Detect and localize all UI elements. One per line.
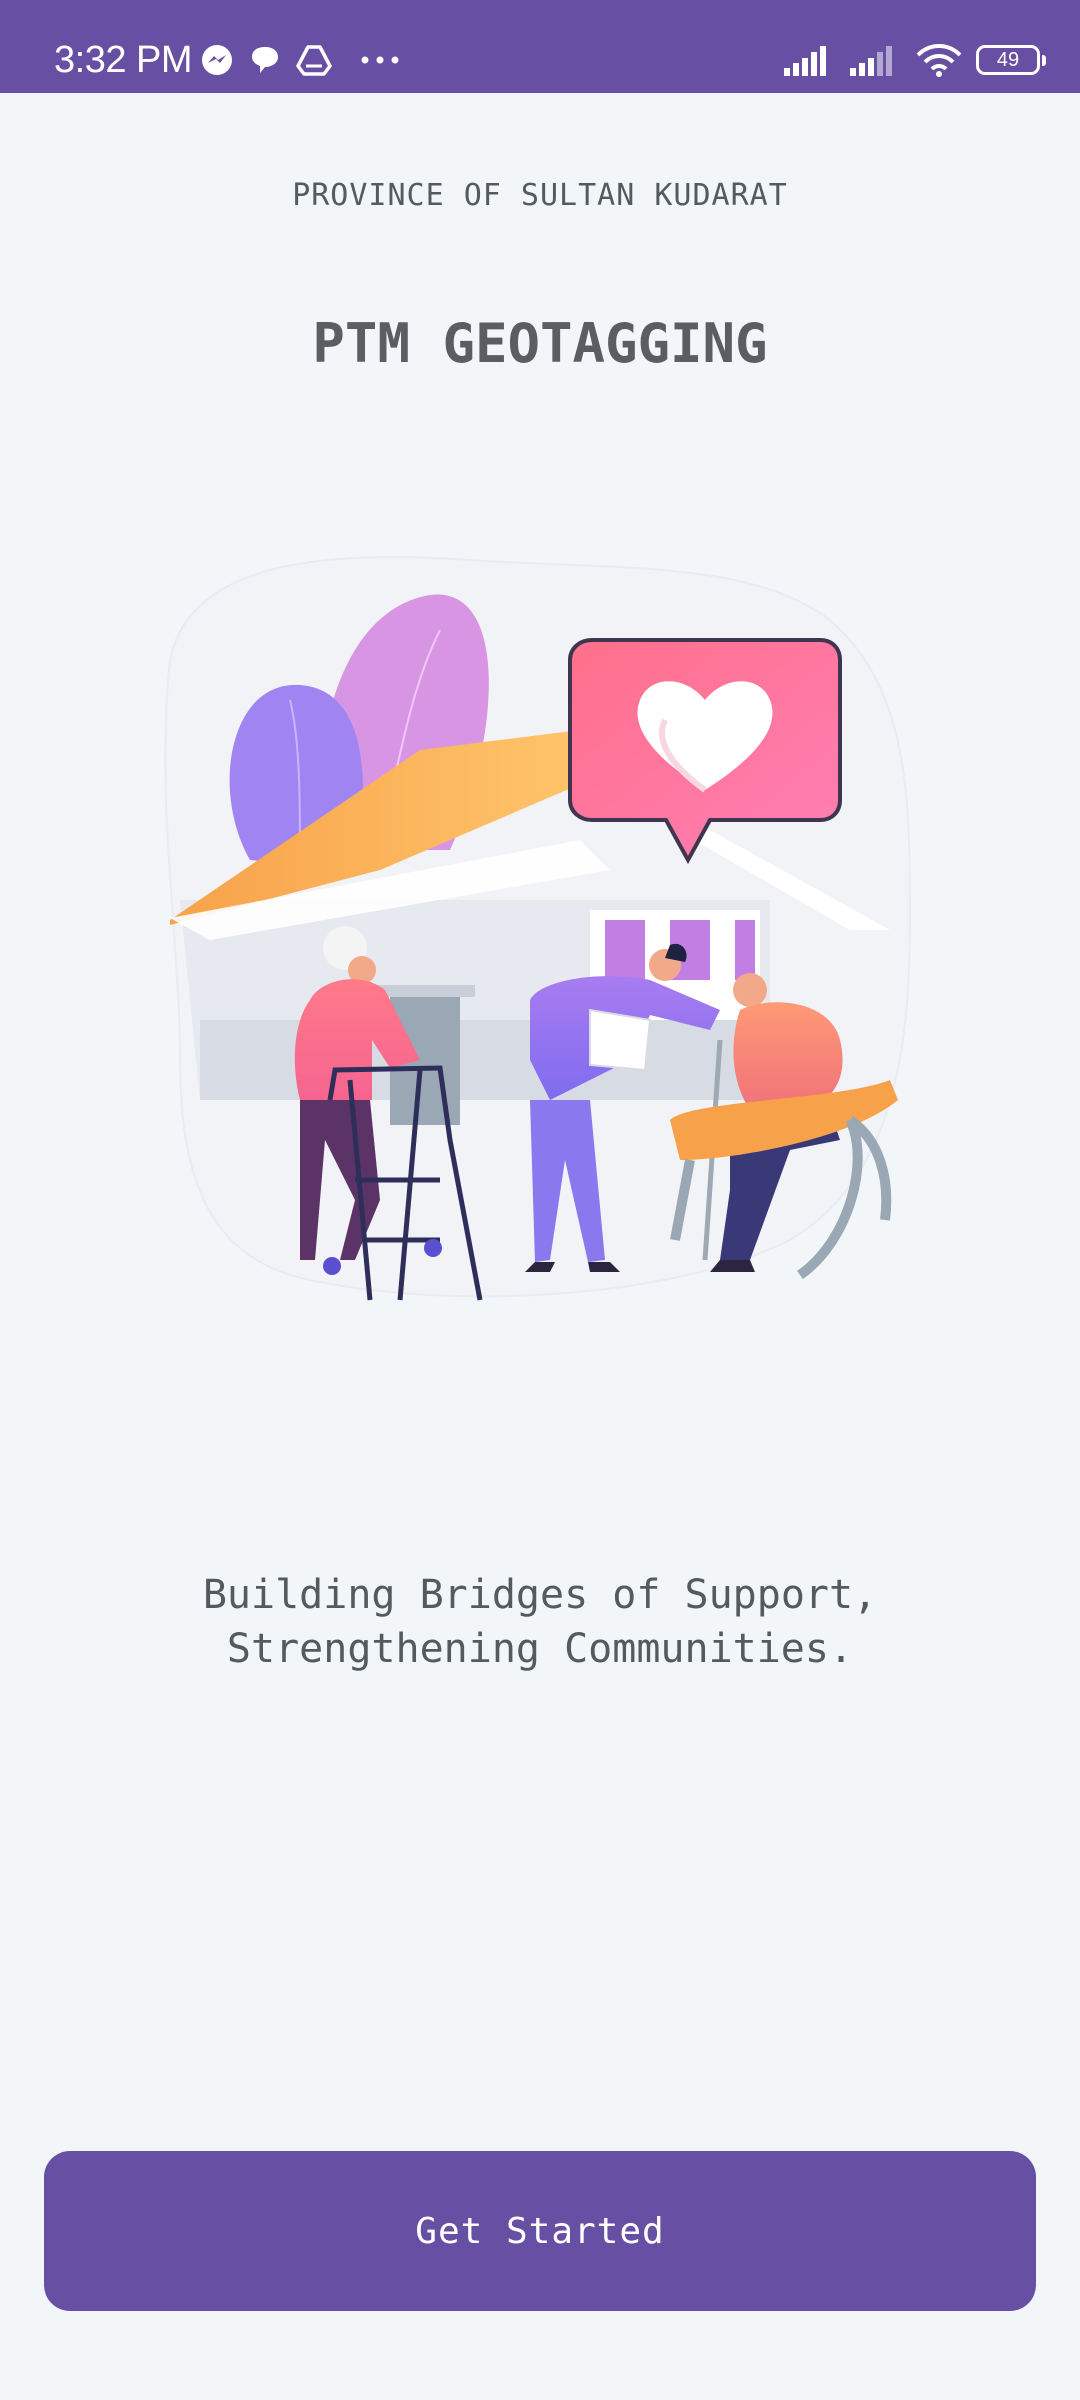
- tagline-line-2: Strengthening Communities.: [226, 1626, 854, 1672]
- battery-icon: 49: [976, 45, 1046, 75]
- messenger-icon: [200, 43, 234, 77]
- status-time: 3:32 PM: [54, 39, 193, 81]
- wifi-icon: [916, 43, 962, 77]
- notification-icons: [200, 38, 400, 82]
- more-dots-icon: [360, 55, 400, 65]
- signal-icon: [850, 44, 902, 76]
- tagline: Building Bridges of Support, Strengtheni…: [0, 1568, 1080, 1676]
- community-care-illustration: [150, 540, 930, 1320]
- province-label: PROVINCE OF SULTAN KUDARAT: [292, 178, 788, 213]
- page-title: PTM GEOTAGGING: [312, 312, 768, 375]
- chat-bubble-icon: [248, 43, 282, 77]
- tagline-line-1: Building Bridges of Support,: [202, 1572, 878, 1618]
- drive-icon: [296, 44, 332, 76]
- status-bar: 3:32 PM 49: [0, 0, 1080, 93]
- signal-icon: [784, 44, 836, 76]
- system-icons: 49: [784, 38, 1046, 82]
- get-started-button[interactable]: Get Started: [44, 2151, 1036, 2311]
